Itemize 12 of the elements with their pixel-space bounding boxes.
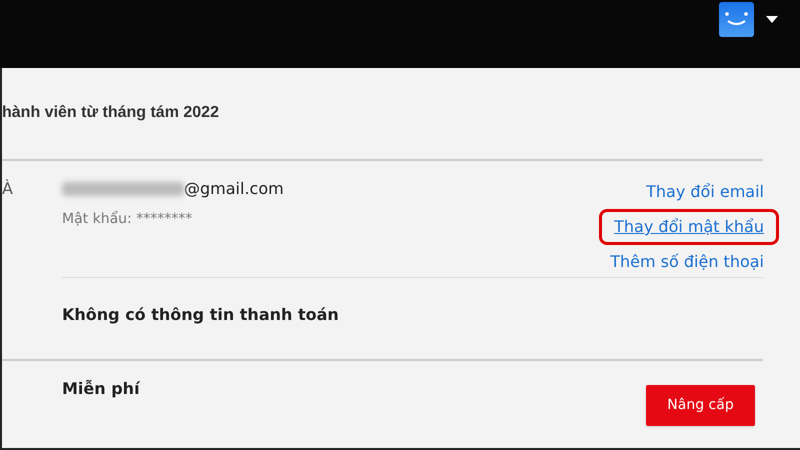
- account-link[interactable]: Thêm số điện thoại: [598, 247, 776, 277]
- caret-icon[interactable]: [766, 16, 778, 23]
- section-label: À: [2, 179, 13, 198]
- smiley-avatar-icon[interactable]: [719, 2, 754, 37]
- email-text: @gmail.com: [184, 178, 284, 200]
- password-text: Mật khẩu: ********: [62, 210, 194, 229]
- billing-text: Không có thông tin thanh toán: [62, 304, 339, 326]
- account-link[interactable]: Thay đổi mật khẩu: [602, 212, 776, 242]
- account-link[interactable]: Thay đổi email: [634, 177, 776, 207]
- member-since-text: hành viên từ tháng tám 2022: [2, 102, 219, 122]
- plan-name: Miễn phí: [62, 378, 140, 400]
- upgrade-button[interactable]: Nâng cấp: [646, 385, 755, 426]
